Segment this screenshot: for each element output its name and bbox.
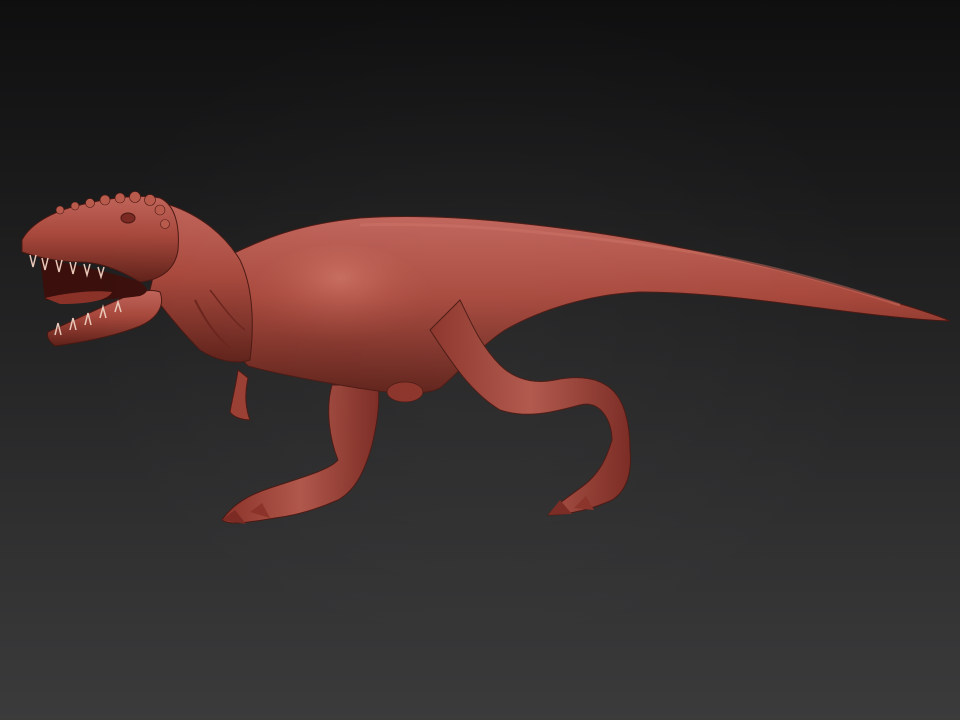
torso xyxy=(226,215,951,394)
arm xyxy=(229,369,251,421)
head xyxy=(21,191,179,347)
t-rex-sculpt xyxy=(21,191,951,524)
sculpt-viewport[interactable] xyxy=(0,0,960,720)
